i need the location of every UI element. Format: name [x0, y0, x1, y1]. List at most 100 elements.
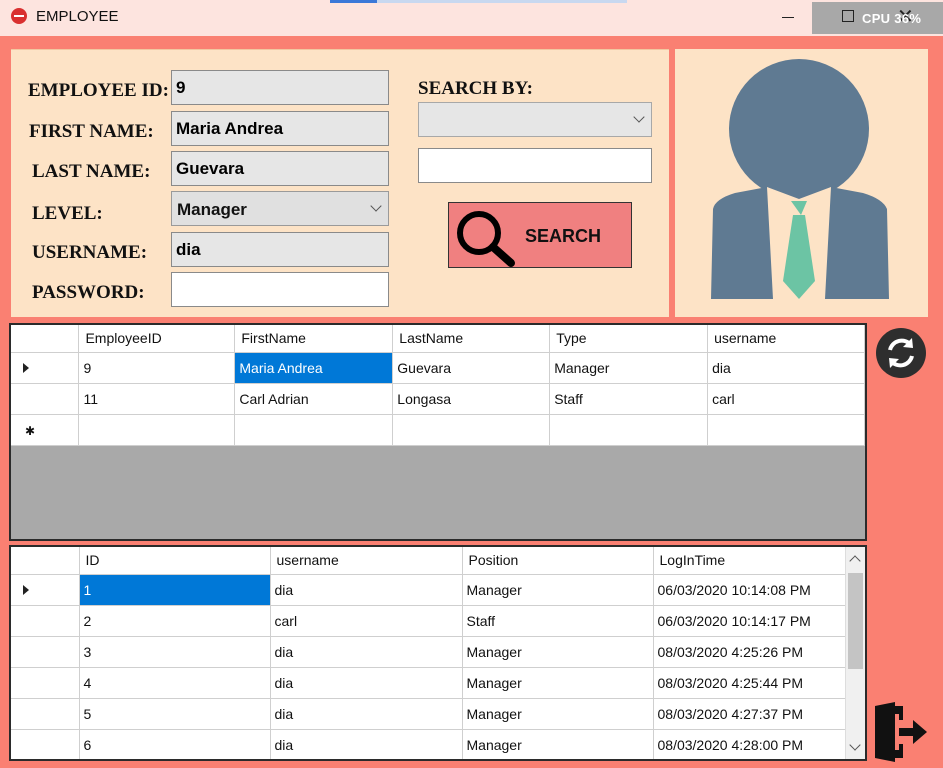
search-input[interactable]	[418, 148, 652, 183]
password-field[interactable]	[171, 272, 389, 307]
refresh-button[interactable]	[876, 328, 926, 378]
table-cell[interactable]: carl	[270, 605, 463, 637]
row-header[interactable]	[11, 352, 80, 384]
table-cell[interactable]: 08/03/2020 4:25:44 PM	[653, 667, 846, 699]
first-name-label: FIRST NAME:	[29, 121, 154, 142]
table-row[interactable]: 4 dia Manager 08/03/2020 4:25:44 PM	[11, 667, 846, 699]
scroll-up-icon[interactable]	[849, 555, 861, 567]
row-header[interactable]	[11, 667, 80, 699]
table-cell[interactable]: 06/03/2020 10:14:08 PM	[653, 574, 846, 606]
table-cell[interactable]: Staff	[549, 383, 709, 415]
level-select[interactable]: Manager	[171, 191, 389, 226]
row-header[interactable]	[11, 636, 80, 668]
table-cell[interactable]: dia	[270, 698, 463, 730]
column-header[interactable]: FirstName	[234, 325, 394, 353]
last-name-field[interactable]: Guevara	[171, 151, 389, 186]
new-row[interactable]: ✱	[11, 414, 865, 446]
table-cell[interactable]: Manager	[462, 636, 654, 668]
cpu-value: 36%	[894, 11, 922, 26]
row-header[interactable]	[11, 383, 80, 415]
table-row[interactable]: 6 dia Manager 08/03/2020 4:28:00 PM	[11, 729, 846, 759]
table-cell[interactable]: 9	[78, 352, 236, 384]
table-cell[interactable]: Guevara	[392, 352, 551, 384]
table-cell[interactable]	[707, 414, 865, 446]
table-cell[interactable]: dia	[270, 729, 463, 759]
row-header[interactable]	[11, 605, 80, 637]
new-row-icon: ✱	[25, 423, 36, 438]
table-cell[interactable]: dia	[270, 636, 463, 668]
taskbar-accent	[330, 0, 377, 3]
table-cell[interactable]	[78, 414, 236, 446]
table-cell[interactable]: 06/03/2020 10:14:17 PM	[653, 605, 846, 637]
table-cell[interactable]: 4	[79, 667, 271, 699]
login-log-table: ID username Position LogInTime 1 dia Man…	[11, 547, 846, 759]
scroll-down-icon[interactable]	[849, 739, 861, 751]
row-header[interactable]	[11, 729, 80, 759]
vertical-scrollbar[interactable]	[845, 547, 865, 759]
column-header[interactable]: Position	[462, 547, 654, 575]
cpu-label: CPU	[862, 11, 891, 26]
table-cell-selected[interactable]: 1	[79, 574, 271, 606]
table-cell[interactable]: 6	[79, 729, 271, 759]
search-button[interactable]: SEARCH	[448, 202, 632, 268]
title-bar: EMPLOYEE ✕ CPU 36%	[0, 0, 943, 36]
table-cell[interactable]: Manager	[462, 729, 654, 759]
row-header[interactable]	[11, 698, 80, 730]
column-header[interactable]: Type	[549, 325, 709, 353]
window-title: EMPLOYEE	[36, 8, 119, 25]
employee-id-label: EMPLOYEE ID:	[28, 80, 169, 101]
row-header[interactable]: ✱	[11, 414, 80, 446]
table-cell[interactable]: 08/03/2020 4:25:26 PM	[653, 636, 846, 668]
table-cell[interactable]: Longasa	[392, 383, 551, 415]
table-cell[interactable]: 2	[79, 605, 271, 637]
table-row[interactable]: 5 dia Manager 08/03/2020 4:27:37 PM	[11, 698, 846, 730]
column-header[interactable]: username	[707, 325, 865, 353]
table-cell[interactable]: dia	[270, 574, 463, 606]
table-row[interactable]: 9 Maria Andrea Guevara Manager dia	[11, 352, 865, 384]
table-cell[interactable]: carl	[707, 383, 865, 415]
table-cell[interactable]: 08/03/2020 4:28:00 PM	[653, 729, 846, 759]
table-row[interactable]: 3 dia Manager 08/03/2020 4:25:26 PM	[11, 636, 846, 668]
table-cell[interactable]	[392, 414, 551, 446]
column-header[interactable]: ID	[79, 547, 271, 575]
table-row[interactable]: 11 Carl Adrian Longasa Staff carl	[11, 383, 865, 415]
table-cell[interactable]	[549, 414, 709, 446]
column-header[interactable]: LastName	[392, 325, 551, 353]
table-cell[interactable]	[234, 414, 394, 446]
row-header[interactable]	[11, 574, 80, 606]
table-row[interactable]: 2 carl Staff 06/03/2020 10:14:17 PM	[11, 605, 846, 637]
table-cell[interactable]: Manager	[462, 667, 654, 699]
column-header[interactable]: EmployeeID	[78, 325, 236, 353]
first-name-field[interactable]: Maria Andrea	[171, 111, 389, 146]
table-cell[interactable]: Manager	[462, 698, 654, 730]
column-header[interactable]: username	[270, 547, 463, 575]
employee-id-field[interactable]: 9	[171, 70, 389, 105]
search-by-select[interactable]	[418, 102, 652, 137]
refresh-icon	[888, 338, 914, 368]
column-header[interactable]: LogInTime	[653, 547, 846, 575]
minimize-button[interactable]	[776, 6, 800, 26]
maximize-button[interactable]	[842, 10, 854, 22]
table-cell[interactable]: dia	[707, 352, 865, 384]
table-cell[interactable]: Carl Adrian	[234, 383, 394, 415]
table-row[interactable]: 1 dia Manager 06/03/2020 10:14:08 PM	[11, 574, 846, 606]
table-cell[interactable]: Staff	[462, 605, 654, 637]
row-header-corner	[11, 547, 80, 575]
username-field[interactable]: dia	[171, 232, 389, 267]
table-cell[interactable]: dia	[270, 667, 463, 699]
employees-header-row: EmployeeID FirstName LastName Type usern…	[11, 325, 865, 353]
table-cell[interactable]: Manager	[462, 574, 654, 606]
table-cell[interactable]: 11	[78, 383, 236, 415]
scrollbar-thumb[interactable]	[848, 573, 863, 669]
magnifier-icon	[455, 209, 519, 272]
person-avatar-icon	[711, 59, 889, 299]
login-log-grid[interactable]: ID username Position LogInTime 1 dia Man…	[9, 545, 867, 761]
table-cell[interactable]: 5	[79, 698, 271, 730]
table-cell-selected[interactable]: Maria Andrea	[234, 352, 394, 384]
employees-grid[interactable]: EmployeeID FirstName LastName Type usern…	[9, 323, 867, 541]
exit-button[interactable]	[873, 700, 929, 764]
table-cell[interactable]: 3	[79, 636, 271, 668]
current-row-icon	[23, 584, 29, 595]
table-cell[interactable]: 08/03/2020 4:27:37 PM	[653, 698, 846, 730]
table-cell[interactable]: Manager	[549, 352, 709, 384]
